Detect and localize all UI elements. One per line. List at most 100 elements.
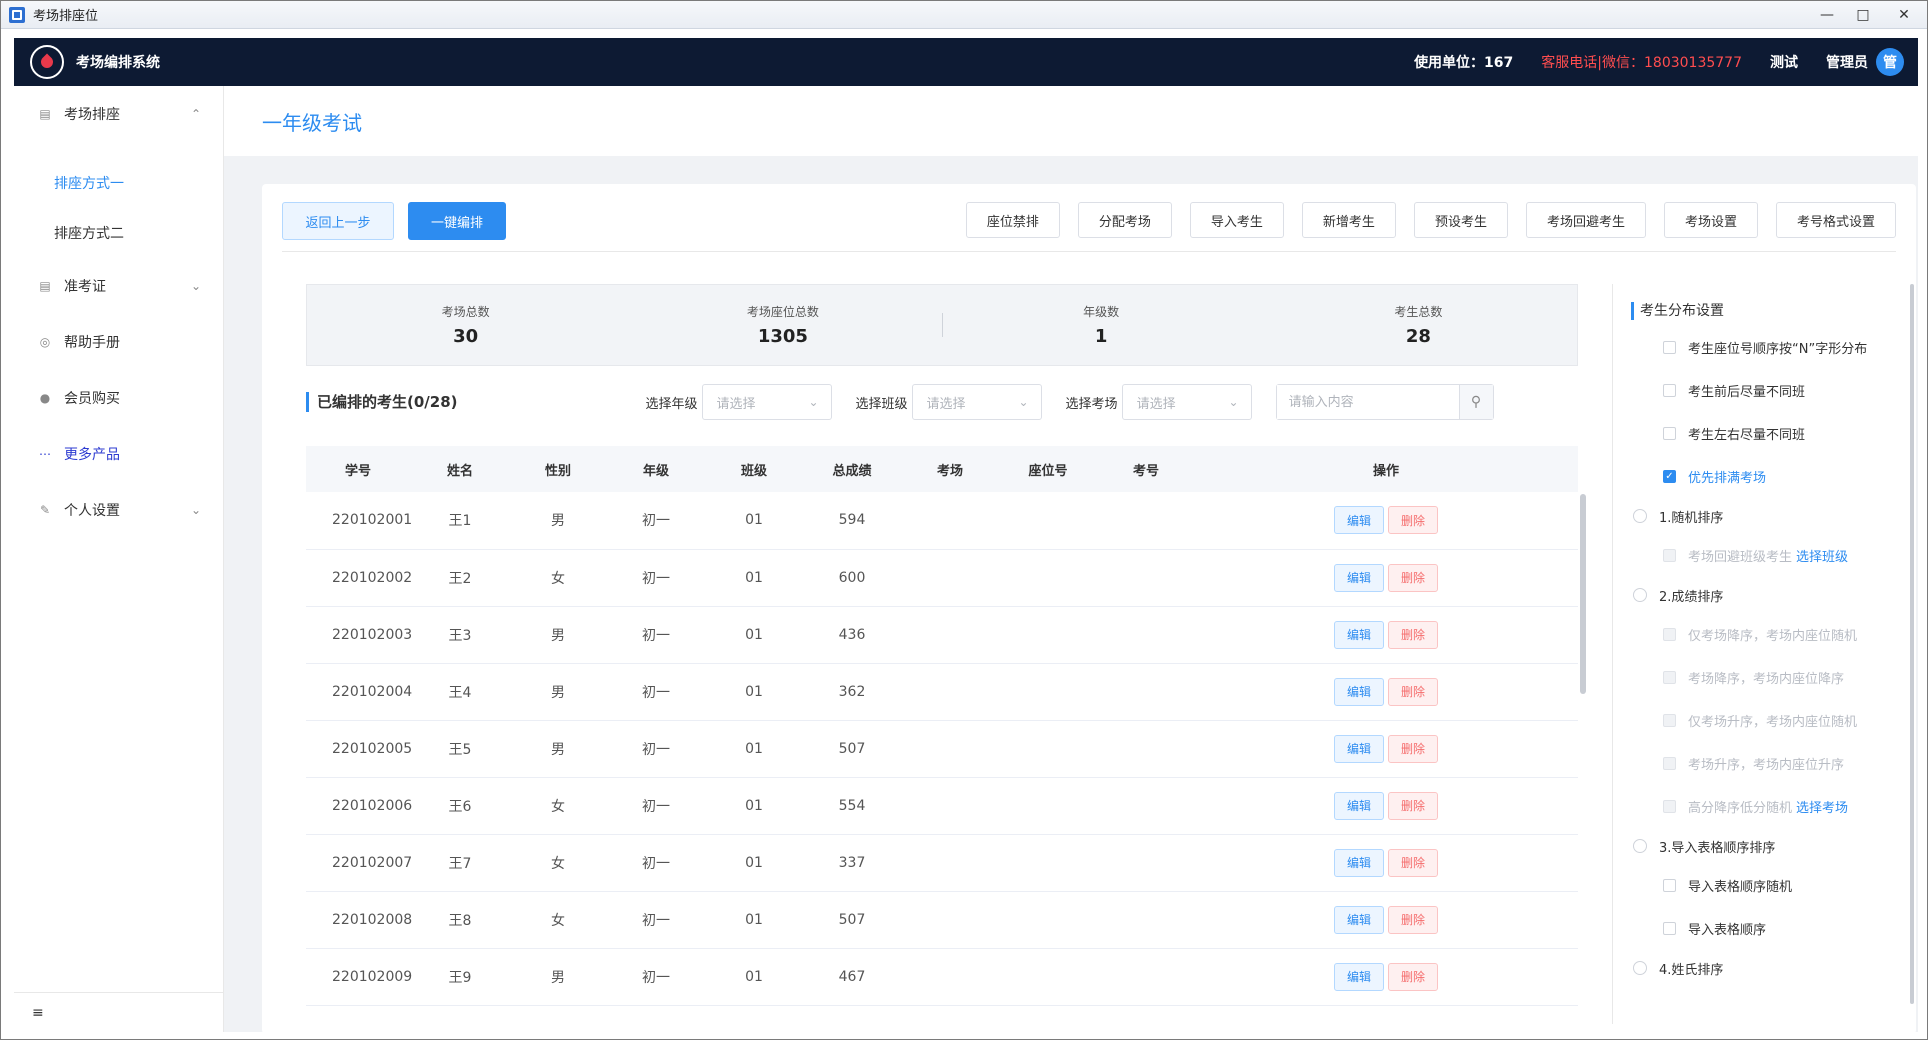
edit-button[interactable]: 编辑 xyxy=(1334,734,1384,763)
checkbox-icon[interactable] xyxy=(1663,671,1676,684)
table-header-row: 学号 姓名 性别 年级 班级 总成绩 考场 座位号 考号 操作 xyxy=(306,446,1578,492)
grade-select[interactable]: 请选择 ⌄ xyxy=(701,384,832,420)
option-checkbox[interactable]: 考场降序，考场内座位降序 xyxy=(1613,656,1916,699)
option-label: 高分降序低分随机 xyxy=(1688,801,1793,816)
radio-circle[interactable] xyxy=(1633,588,1647,602)
sort-mode-radio[interactable]: 2.成绩排序 xyxy=(1613,577,1916,613)
auto-arrange-button[interactable]: 一键编排 xyxy=(408,202,506,240)
panel-scrollbar[interactable] xyxy=(1910,284,1914,1004)
sidebar-item-exam-seating[interactable]: ▤ 考场排座 ⌃ xyxy=(14,86,223,142)
option-checkbox[interactable]: 导入表格顺序随机 xyxy=(1613,864,1916,907)
delete-button[interactable]: 删除 xyxy=(1388,620,1438,649)
exam-number-format-button[interactable]: 考号格式设置 xyxy=(1775,202,1896,238)
empty-cell xyxy=(902,777,998,834)
radio-circle[interactable] xyxy=(1633,961,1647,975)
option-link[interactable]: 选择考场 xyxy=(1796,797,1848,816)
sidebar-item-more-products[interactable]: ⋯ 更多产品 xyxy=(14,426,223,482)
sidebar-item-membership[interactable]: ● 会员购买 xyxy=(14,370,223,426)
radio-circle[interactable] xyxy=(1633,839,1647,853)
edit-button[interactable]: 编辑 xyxy=(1334,506,1384,535)
room-settings-button[interactable]: 考场设置 xyxy=(1663,202,1758,238)
option-checkbox[interactable]: 考生座位号顺序按“N”字形分布 xyxy=(1613,326,1916,369)
seat-ban-button[interactable]: 座位禁排 xyxy=(965,202,1060,238)
checkbox-icon[interactable] xyxy=(1663,427,1676,440)
delete-button[interactable]: 删除 xyxy=(1388,563,1438,592)
sidebar-item-help[interactable]: ◎ 帮助手册 xyxy=(14,314,223,370)
option-checkbox[interactable]: 考场升序，考场内座位升序 xyxy=(1613,742,1916,785)
actions-cell: 编辑 删除 xyxy=(1194,834,1578,891)
student-id-cell: 220102001 xyxy=(332,512,413,529)
checkbox-icon[interactable] xyxy=(1663,757,1676,770)
room-select[interactable]: 请选择 ⌄ xyxy=(1121,384,1252,420)
sidebar-subitem-method-2[interactable]: 排座方式二 xyxy=(14,208,223,258)
checkbox-checked-icon[interactable]: ✓ xyxy=(1663,470,1676,483)
checkbox-icon[interactable] xyxy=(1663,922,1676,935)
checkbox-icon[interactable] xyxy=(1663,628,1676,641)
checkbox-icon[interactable] xyxy=(1663,341,1676,354)
sidebar-item-personal-settings[interactable]: ✎ 个人设置 ⌄ xyxy=(14,482,223,538)
sort-mode-radio[interactable]: 1.随机排序 xyxy=(1613,498,1916,534)
class-select[interactable]: 请选择 ⌄ xyxy=(911,384,1042,420)
table-row: 220102004 王4 男 初一 01 362 编辑 删除 xyxy=(306,663,1578,720)
option-checkbox[interactable]: 考生前后尽量不同班 xyxy=(1613,369,1916,412)
user-menu[interactable]: 管理员 管 xyxy=(1826,48,1904,76)
table-scrollbar[interactable] xyxy=(1580,494,1586,694)
sidebar-subitem-method-1[interactable]: 排座方式一 xyxy=(14,158,223,208)
close-button[interactable]: ✕ xyxy=(1881,1,1927,29)
sidebar-item-admission-ticket[interactable]: ▤ 准考证 ⌄ xyxy=(14,258,223,314)
import-students-button[interactable]: 导入考生 xyxy=(1189,202,1284,238)
delete-button[interactable]: 删除 xyxy=(1388,848,1438,877)
edit-button[interactable]: 编辑 xyxy=(1334,620,1384,649)
back-button[interactable]: 返回上一步 xyxy=(282,202,394,240)
delete-button[interactable]: 删除 xyxy=(1388,791,1438,820)
search-input[interactable] xyxy=(1276,385,1459,419)
option-checkbox[interactable]: 仅考场降序，考场内座位随机 xyxy=(1613,613,1916,656)
search-button[interactable]: ⚲ xyxy=(1458,385,1493,419)
delete-button[interactable]: 删除 xyxy=(1388,734,1438,763)
option-checkbox[interactable]: 仅考场升序，考场内座位随机 xyxy=(1613,699,1916,742)
avatar[interactable]: 管 xyxy=(1876,48,1904,76)
delete-button[interactable]: 删除 xyxy=(1388,506,1438,535)
checkbox-icon[interactable] xyxy=(1663,714,1676,727)
checkbox-icon[interactable] xyxy=(1663,800,1676,813)
radio-circle[interactable] xyxy=(1633,509,1647,523)
option-checkbox[interactable]: 导入表格顺序 xyxy=(1613,907,1916,950)
checkbox-icon[interactable] xyxy=(1663,879,1676,892)
maximize-button[interactable]: □ xyxy=(1845,1,1881,29)
edit-button[interactable]: 编辑 xyxy=(1334,962,1384,991)
student-id-cell: 220102002 xyxy=(332,569,413,586)
edit-button[interactable]: 编辑 xyxy=(1334,563,1384,592)
window-title: 考场排座位 xyxy=(33,9,99,24)
column-header: 总成绩 xyxy=(832,463,872,479)
room-avoid-button[interactable]: 考场回避考生 xyxy=(1525,202,1646,238)
delete-button[interactable]: 删除 xyxy=(1388,905,1438,934)
option-label: 仅考场降序，考场内座位随机 xyxy=(1688,629,1858,644)
checkbox-icon[interactable] xyxy=(1663,384,1676,397)
preset-students-button[interactable]: 预设考生 xyxy=(1413,202,1508,238)
option-checkbox[interactable]: 高分降序低分随机 选择考场 xyxy=(1613,785,1916,828)
add-student-button[interactable]: 新增考生 xyxy=(1301,202,1396,238)
user-role: 管理员 xyxy=(1826,55,1868,71)
option-link[interactable]: 选择班级 xyxy=(1796,546,1848,565)
option-checkbox[interactable]: ✓ 优先排满考场 xyxy=(1613,455,1916,498)
sort-mode-radio[interactable]: 4.姓氏排序 xyxy=(1613,950,1916,986)
sort-mode-radio[interactable]: 3.导入表格顺序排序 xyxy=(1613,828,1916,864)
delete-button[interactable]: 删除 xyxy=(1388,677,1438,706)
edit-button[interactable]: 编辑 xyxy=(1334,905,1384,934)
sidebar-collapse-button[interactable]: ≡ xyxy=(14,992,224,1032)
actions-cell: 编辑 删除 xyxy=(1194,549,1578,606)
edit-button[interactable]: 编辑 xyxy=(1334,677,1384,706)
score-cell: 337 xyxy=(838,854,866,871)
edit-button[interactable]: 编辑 xyxy=(1334,848,1384,877)
minimize-button[interactable]: — xyxy=(1809,1,1845,29)
edit-button[interactable]: 编辑 xyxy=(1334,791,1384,820)
delete-button[interactable]: 删除 xyxy=(1388,962,1438,991)
stat-students: 考生总数 28 xyxy=(1260,285,1577,365)
checkbox-icon[interactable] xyxy=(1663,549,1676,562)
chevron-down-icon: ⌄ xyxy=(190,279,201,293)
assign-room-button[interactable]: 分配考场 xyxy=(1077,202,1172,238)
score-cell: 600 xyxy=(838,569,866,586)
option-checkbox[interactable]: 考场回避班级考生 选择班级 xyxy=(1613,534,1916,577)
test-label[interactable]: 测试 xyxy=(1770,52,1798,72)
option-checkbox[interactable]: 考生左右尽量不同班 xyxy=(1613,412,1916,455)
